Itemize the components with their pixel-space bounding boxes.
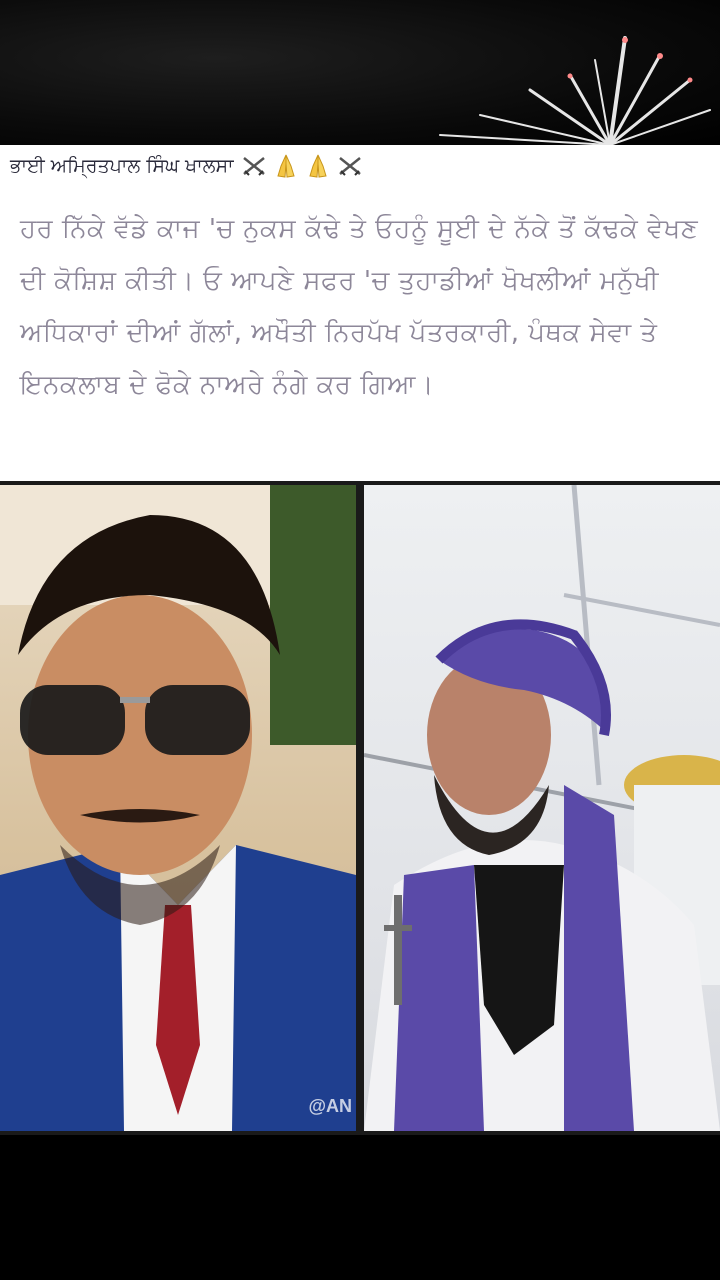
crossed-swords-icon xyxy=(242,157,265,176)
folded-hands-icon xyxy=(276,154,295,178)
top-fireworks-band xyxy=(0,0,720,145)
post-quote-text: ਹਰ ਨਿੱਕੇ ਵੱਡੇ ਕਾਜ 'ਚ ਨੁਕਸ ਕੱਢੇ ਤੇ ਓਹਨੂੰ … xyxy=(20,214,699,400)
author-name: ਭਾਈ ਅਮ੍ਰਿਤਪਾਲ ਸਿੰਘ ਖਾਲਸਾ xyxy=(10,155,234,177)
post-header: ਭਾਈ ਅਮ੍ਰਿਤਪਾਲ ਸਿੰਘ ਖਾਲਸਾ xyxy=(10,149,364,183)
man-in-suit-illustration xyxy=(0,485,356,1131)
folded-hands-icon xyxy=(308,154,327,178)
portrait-photo-left: @AN xyxy=(0,485,356,1131)
photo-collage: @AN xyxy=(0,481,720,1135)
watermark-text: @AN xyxy=(308,1096,352,1116)
crossed-swords-icon xyxy=(338,157,361,176)
bottom-black-band xyxy=(0,1135,720,1280)
man-in-turban-illustration xyxy=(364,485,720,1131)
fireworks-graphic xyxy=(439,36,711,145)
header-emoji-row xyxy=(240,152,364,180)
post-card: ਭਾਈ ਅਮ੍ਰਿਤਪਾਲ ਸਿੰਘ ਖਾਲਸਾ ਹਰ ਨਿੱਕੇ ਵੱਡੇ ਕ… xyxy=(0,145,720,1135)
portrait-photo-right xyxy=(364,485,720,1131)
